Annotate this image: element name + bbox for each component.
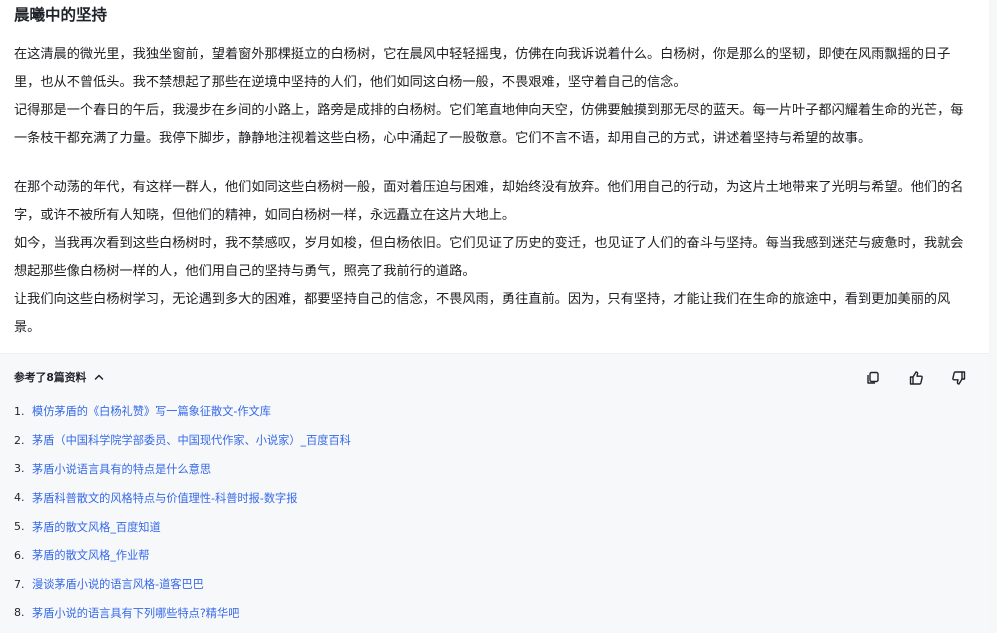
reference-link[interactable]: 茅盾小说语言具有的特点是什么意思 bbox=[32, 461, 211, 477]
reference-link[interactable]: 茅盾小说的语言具有下列哪些特点?精华吧 bbox=[32, 605, 239, 621]
reference-link[interactable]: 茅盾的散文风格_百度知道 bbox=[32, 519, 161, 535]
article-title: 晨曦中的坚持 bbox=[14, 6, 108, 24]
chevron-up-icon bbox=[95, 374, 104, 380]
reference-item: 3. 茅盾小说语言具有的特点是什么意思 bbox=[14, 455, 351, 484]
reference-link[interactable]: 茅盾的散文风格_作业帮 bbox=[32, 547, 149, 563]
reference-link[interactable]: 模仿茅盾的《白杨礼赞》写一篇象征散文-作文库 bbox=[32, 403, 271, 419]
reference-number: 1. bbox=[14, 404, 25, 418]
reference-item: 1. 模仿茅盾的《白杨礼赞》写一篇象征散文-作文库 bbox=[14, 397, 351, 426]
reference-number: 5. bbox=[14, 520, 25, 534]
copy-icon bbox=[867, 371, 879, 384]
reference-item: 6. 茅盾的散文风格_作业帮 bbox=[14, 541, 351, 570]
reference-number: 7. bbox=[14, 577, 25, 591]
thumbs-down-icon bbox=[952, 371, 966, 385]
references-toggle-label: 参考了8篇资料 bbox=[14, 371, 87, 384]
references-list: 1. 模仿茅盾的《白杨礼赞》写一篇象征散文-作文库 2. 茅盾（中国科学院学部委… bbox=[14, 397, 351, 627]
reference-number: 2. bbox=[14, 433, 25, 447]
reference-link[interactable]: 漫谈茅盾小说的语言风格-道客巴巴 bbox=[32, 576, 204, 592]
references-toggle-button[interactable]: 参考了8篇资料 bbox=[14, 366, 105, 388]
reference-link[interactable]: 茅盾（中国科学院学部委员、中国现代作家、小说家）_百度百科 bbox=[32, 432, 351, 448]
article-paragraph-5: 让我们向这些白杨树学习，无论遇到多大的困难，都要坚持自己的信念，不畏风雨，勇往直… bbox=[14, 292, 951, 335]
article-paragraph-4: 如今，当我再次看到这些白杨树时，我不禁感叹，岁月如梭，但白杨依旧。它们见证了历史… bbox=[14, 236, 964, 279]
copy-button[interactable] bbox=[861, 368, 885, 388]
reference-number: 8. bbox=[14, 606, 25, 620]
article-paragraph-1: 在这清晨的微光里，我独坐窗前，望着窗外那棵挺立的白杨树，它在晨风中轻轻摇曳，仿佛… bbox=[14, 47, 951, 90]
answer-actions bbox=[861, 368, 971, 388]
thumbs-up-icon bbox=[909, 371, 923, 385]
dislike-button[interactable] bbox=[947, 368, 971, 388]
reference-number: 3. bbox=[14, 462, 25, 476]
article-paragraph-2: 记得那是一个春日的午后，我漫步在乡间的小路上，路旁是成排的白杨树。它们笔直地伸向… bbox=[14, 103, 964, 146]
reference-item: 4. 茅盾科普散文的风格特点与价值理性-科普时报-数字报 bbox=[14, 483, 351, 512]
like-button[interactable] bbox=[904, 368, 928, 388]
reference-item: 2. 茅盾（中国科学院学部委员、中国现代作家、小说家）_百度百科 bbox=[14, 426, 351, 455]
section-divider bbox=[0, 353, 989, 354]
reference-item: 7. 漫谈茅盾小说的语言风格-道客巴巴 bbox=[14, 570, 351, 599]
reference-number: 4. bbox=[14, 491, 25, 505]
reference-number: 6. bbox=[14, 548, 25, 562]
reference-link[interactable]: 茅盾科普散文的风格特点与价值理性-科普时报-数字报 bbox=[32, 490, 297, 506]
reference-item: 8. 茅盾小说的语言具有下列哪些特点?精华吧 bbox=[14, 599, 351, 628]
scrollbar-gutter bbox=[989, 0, 997, 633]
article-paragraph-3: 在那个动荡的年代，有这样一群人，他们如同这些白杨树一般，面对着压迫与困难，却始终… bbox=[14, 180, 964, 223]
reference-item: 5. 茅盾的散文风格_百度知道 bbox=[14, 512, 351, 541]
